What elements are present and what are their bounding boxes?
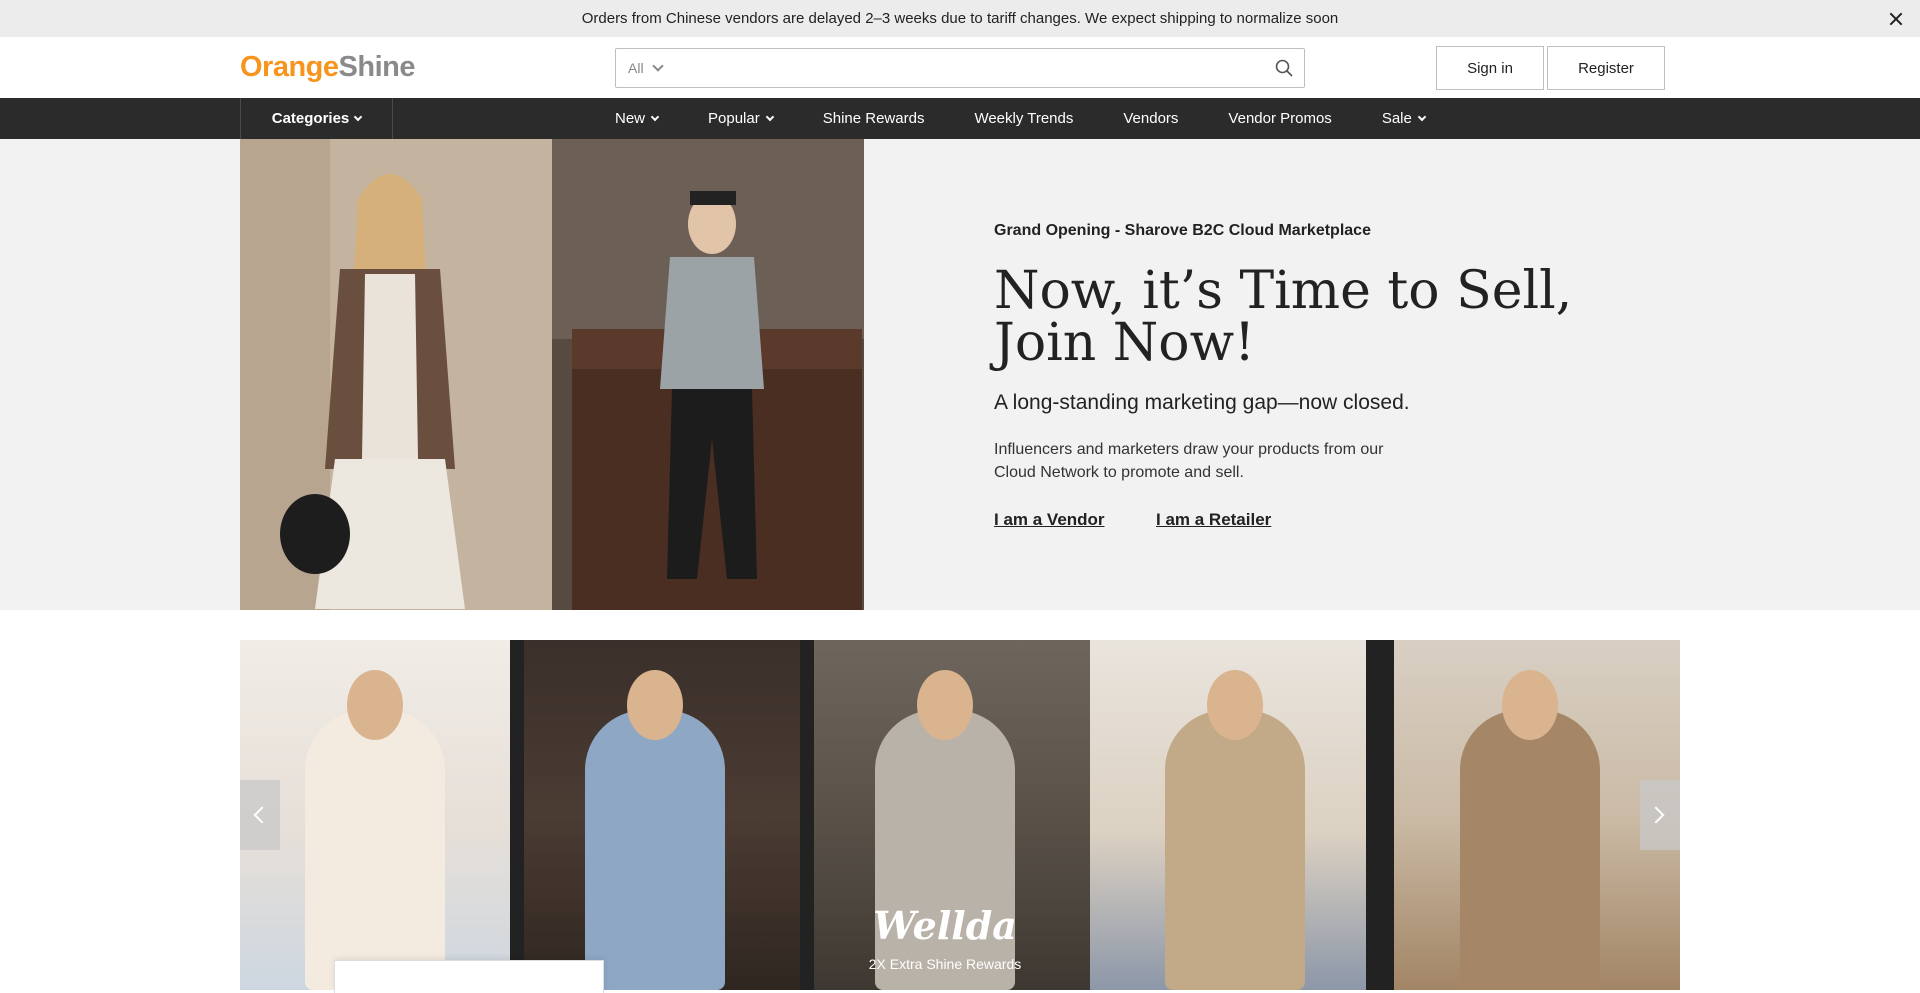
nav-item-label: New	[615, 110, 646, 127]
close-icon[interactable]	[1886, 9, 1906, 29]
brand-strip	[510, 640, 524, 990]
carousel-slide[interactable]	[510, 640, 800, 990]
nav-item-sale[interactable]: Sale	[1381, 110, 1427, 127]
chevron-down-icon	[1417, 112, 1427, 122]
nav-item-weekly-trends[interactable]: Weekly Trends	[974, 110, 1073, 127]
categories-label: Categories	[271, 110, 350, 127]
bottom-popup-tab[interactable]	[334, 960, 604, 993]
register-button[interactable]: Register	[1547, 46, 1665, 90]
chevron-down-icon	[650, 112, 660, 122]
chevron-right-icon	[1647, 806, 1665, 824]
sign-in-button[interactable]: Sign in	[1436, 46, 1544, 90]
retailer-link[interactable]: I am a Retailer	[1156, 510, 1271, 530]
site-logo[interactable]: OrangeShine	[240, 51, 416, 84]
carousel-slide[interactable]	[240, 640, 510, 990]
hero-kicker: Grand Opening - Sharove B2C Cloud Market…	[994, 222, 1371, 239]
model-head	[917, 670, 973, 740]
site-header: OrangeShine All Sign in Register	[0, 37, 1920, 98]
carousel-prev-button[interactable]	[240, 780, 280, 850]
hero-image-model-sofa	[552, 139, 864, 610]
nav-item-label: Vendors	[1123, 110, 1179, 127]
hero-subtitle: A long-standing marketing gap—now closed…	[994, 391, 1410, 414]
promo-caption: 2X Extra Shine Rewards	[868, 956, 1022, 972]
search-scope-select[interactable]: All	[616, 60, 686, 76]
chevron-left-icon	[253, 806, 271, 824]
nav-item-popular[interactable]: Popular	[708, 110, 774, 127]
model-head	[347, 670, 403, 740]
nav-items: New Popular Shine Rewards Weekly Trends …	[615, 98, 1475, 139]
nav-item-label: Weekly Trends	[974, 110, 1074, 127]
search-input[interactable]	[686, 49, 1264, 87]
product-image	[875, 710, 1015, 990]
vendor-link[interactable]: I am a Vendor	[994, 510, 1105, 530]
carousel-slide[interactable]	[1090, 640, 1380, 990]
chevron-down-icon	[354, 112, 363, 122]
brand-name: Wellda	[873, 903, 1017, 948]
announcement-bar: Orders from Chinese vendors are delayed …	[0, 0, 1920, 37]
nav-item-label: Popular	[708, 110, 760, 127]
model-head	[1502, 670, 1558, 740]
product-carousel: Wellda 2X Extra Shine Rewards	[240, 640, 1680, 990]
product-image	[1460, 710, 1600, 990]
main-nav: Categories New Popular Shine Rewards Wee…	[0, 98, 1920, 139]
carousel-slide[interactable]: Wellda 2X Extra Shine Rewards	[800, 640, 1090, 990]
categories-menu[interactable]: Categories	[240, 98, 393, 139]
chevron-down-icon	[765, 112, 774, 122]
brand-strip	[1380, 640, 1394, 990]
hero-description: Influencers and marketers draw your prod…	[994, 441, 1384, 481]
nav-item-new[interactable]: New	[615, 110, 660, 127]
product-image	[585, 710, 725, 990]
hero-image-model-blazer	[240, 139, 552, 610]
nav-item-label: Vendor Promos	[1228, 110, 1332, 127]
logo-orange: Orange	[240, 51, 339, 83]
search-icon[interactable]	[1264, 48, 1304, 88]
nav-item-label: Shine Rewards	[822, 110, 925, 127]
model-head	[1207, 670, 1263, 740]
search-scope-label: All	[628, 60, 644, 76]
chevron-down-icon	[651, 60, 664, 72]
search-bar: All	[615, 48, 1305, 88]
carousel-next-button[interactable]	[1640, 780, 1680, 850]
nav-item-vendor-promos[interactable]: Vendor Promos	[1228, 110, 1331, 127]
product-image	[305, 710, 445, 990]
product-image	[1165, 710, 1305, 990]
model-head	[627, 670, 683, 740]
hero-banner: Grand Opening - Sharove B2C Cloud Market…	[0, 139, 1920, 610]
announcement-text: Orders from Chinese vendors are delayed …	[581, 10, 1339, 27]
nav-item-shine-rewards[interactable]: Shine Rewards	[823, 110, 925, 127]
carousel-slide[interactable]	[1380, 640, 1680, 990]
nav-item-label: Sale	[1381, 110, 1412, 127]
hero-title: Now, it’s Time to Sell, Join Now!	[994, 261, 1573, 373]
logo-shine: Shine	[338, 51, 416, 83]
nav-item-vendors[interactable]: Vendors	[1123, 110, 1178, 127]
brand-strip	[1366, 640, 1380, 990]
